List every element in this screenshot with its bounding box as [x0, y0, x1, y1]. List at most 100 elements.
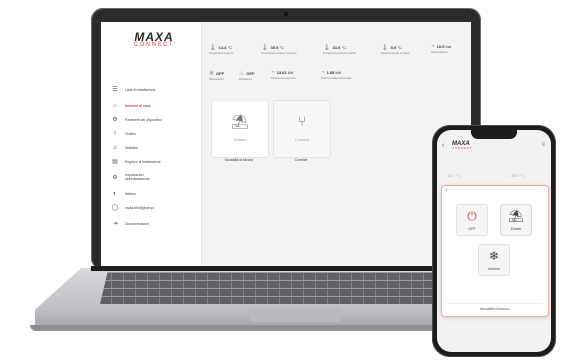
language-icon: ◐ — [113, 190, 117, 197]
sidebar-item-notifications[interactable]: ♫ Notifiche — [111, 142, 197, 153]
mode-label: Inverno — [488, 267, 500, 271]
readout-outlet-water-temp: 🌡 31.6 °C Temperatura acqua in uscita — [323, 44, 356, 55]
thermometer-icon: 🌡 — [261, 45, 269, 51]
sidebar-item-label: Lista di installazione — [125, 87, 156, 92]
readout-label: Alta pressione — [431, 51, 448, 54]
thermometer-icon: 🌡 — [323, 45, 331, 51]
readout-unit: °C — [341, 45, 347, 50]
gauge-icon: ◔ — [431, 44, 435, 50]
home-icon: ⌂ — [113, 102, 117, 109]
readout-inlet-water-temp: 🌡 35.9 °C Temperatura acqua in ingresso — [261, 44, 297, 55]
readout-high-pressure: ◔ 10.9 bar Alta pressione — [431, 44, 451, 54]
mode-card-label: Estate — [234, 137, 246, 142]
mode-label: Estate — [510, 227, 522, 231]
brand-sub: CONNECT — [133, 42, 175, 48]
modal-divider — [446, 303, 544, 304]
user-icon: ◯ — [111, 205, 119, 211]
thermometer-icon: 🌡 — [209, 45, 217, 51]
sidebar-item-user[interactable]: ◯ maxa.test@jbum.pl — [111, 202, 197, 213]
heater-icon: ♨ — [239, 71, 245, 77]
sidebar-item-label: maxa.test@jbum.pl — [125, 205, 155, 210]
readout-outdoor-temp: 🌡 14.4 °C Temperatura esterna — [209, 44, 233, 55]
readout-unit: °C — [279, 45, 285, 50]
readout-heater: ♨ OFF Resistenza — [239, 70, 254, 81]
sidebar-item-label: Impostazioni dell'installazione — [125, 173, 150, 181]
laptop-hinge — [91, 266, 481, 271]
readout-label: Potenza termica resa — [271, 77, 296, 80]
gauge-icon: ◔ — [321, 70, 325, 76]
sidebar-item-home-scheme[interactable]: ⌂ Schema di casa — [111, 100, 197, 111]
modal-footer: Modalità di lavoro — [480, 307, 510, 311]
thermometer-icon: 🌡 — [381, 45, 389, 51]
mode-off-button[interactable]: ⏻ OFF — [456, 204, 488, 236]
bell-icon: ♫ — [112, 144, 118, 151]
readout-label: Setpoint attuale in uscita — [381, 52, 410, 55]
phone-brand-sub: CONNECT — [452, 146, 473, 150]
readout-value: 1.65 — [326, 70, 335, 75]
mode-card-footer: Comfort — [294, 158, 308, 162]
phone: ‹ MAXA CONNECT ≡ 14.7 °C 35.9 °C × ⏻ OFF… — [432, 125, 556, 357]
sidebar: MAXA CONNECT ☰ Lista di installazione ⌂ … — [101, 22, 202, 266]
back-arrow-icon[interactable]: ‹ — [442, 142, 444, 149]
mode-card-footer: Modalità di lavoro — [224, 158, 254, 162]
readout-label: Temperatura acqua in ingresso — [261, 52, 297, 55]
readout-label: Sbrinamento — [209, 78, 224, 81]
sidebar-item-language[interactable]: ◐ Italiano — [111, 188, 197, 199]
readout-value: 35.9 — [270, 45, 279, 50]
readout-value: 5.0 — [390, 45, 397, 50]
power-icon: ⏻ — [467, 209, 477, 223]
laptop-screen: MAXA CONNECT ☰ Lista di installazione ⌂ … — [101, 22, 471, 266]
readout-unit: °C — [397, 45, 402, 50]
defrost-icon: ❄ — [209, 71, 215, 77]
readout-total-power: ◔ 1.65 kW Potenza totale consumata — [321, 70, 351, 80]
work-mode-modal: × ⏻ OFF ⛱ Estate ❄ Inverno Modalità di l… — [441, 185, 549, 317]
sidebar-item-label: Schema di casa — [125, 103, 151, 108]
sidebar-item-installation-settings[interactable]: ⚙ Impostazioni dell'installazione — [111, 170, 197, 184]
readout-label: Potenza totale consumata — [321, 77, 351, 80]
readout-value: 10.9 — [436, 44, 445, 49]
readout-label: Temperatura acqua in uscita — [323, 52, 356, 55]
readout-outlet-setpoint: 🌡 5.0 °C Setpoint attuale in uscita — [381, 44, 409, 55]
register-icon: ▤ — [112, 159, 118, 165]
sidebar-item-installation-list[interactable]: ☰ Lista di installazione — [111, 84, 197, 95]
readout-value: 31.6 — [332, 45, 341, 50]
phone-readout: 14.7 °C — [447, 173, 461, 178]
laptop-lid: MAXA CONNECT ☰ Lista di installazione ⌂ … — [91, 8, 481, 270]
readout-unit: kW — [335, 70, 342, 75]
readout-unit: °C — [227, 45, 233, 50]
settings-icon: ⚙ — [112, 174, 118, 181]
readout-value: 13.62 — [276, 70, 287, 75]
readout-value: 14.4 — [218, 45, 227, 50]
sidebar-item-chart[interactable]: ⌇ Grafico — [111, 128, 197, 139]
phone-readout: 35.9 °C — [511, 173, 525, 178]
mode-card-label: Comfort — [294, 137, 310, 142]
readout-label: Temperatura esterna — [209, 52, 233, 55]
readout-value: OFF — [246, 71, 255, 76]
readout-unit: kW — [287, 70, 294, 75]
sidebar-item-installation-register[interactable]: ▤ Registro di installazione — [111, 156, 197, 167]
sidebar-item-label: Disconnessione — [125, 221, 149, 226]
readout-thermal-power: ◔ 13.62 kW Potenza termica resa — [271, 70, 296, 80]
close-icon[interactable]: × — [445, 188, 448, 194]
gauge-icon: ◔ — [271, 70, 275, 76]
readout-defrost: ❄ OFF Sbrinamento — [209, 70, 224, 81]
mode-winter-button[interactable]: ❄ Inverno — [478, 244, 510, 276]
logout-icon: ⇥ — [112, 221, 118, 227]
sidebar-item-logout[interactable]: ⇥ Disconnessione — [111, 218, 197, 229]
mode-card-summer[interactable]: ⛱ Estate — [211, 100, 269, 158]
phone-brand-logo: MAXA CONNECT — [452, 141, 476, 150]
gear-icon: ⚙ — [112, 117, 118, 123]
mode-card-comfort[interactable]: ⑂ Comfort — [273, 100, 331, 158]
brand-logo[interactable]: MAXA CONNECT — [127, 30, 181, 48]
mode-summer-button[interactable]: ⛱ Estate — [500, 204, 532, 236]
summer-icon: ⛱ — [508, 209, 524, 223]
chart-icon: ⌇ — [113, 131, 117, 137]
winter-icon: ❄ — [488, 249, 500, 263]
sidebar-item-label: Notifiche — [125, 145, 139, 150]
menu-icon[interactable]: ≡ — [541, 142, 545, 148]
laptop-trackpad — [250, 308, 340, 322]
armchair-icon: ⑂ — [297, 113, 307, 129]
sidebar-item-label: Grafico — [125, 131, 136, 136]
sidebar-item-label: Registro di installazione — [125, 159, 161, 164]
sidebar-item-device-parameters[interactable]: ⚙ Parametri del dispositivo — [111, 114, 197, 125]
